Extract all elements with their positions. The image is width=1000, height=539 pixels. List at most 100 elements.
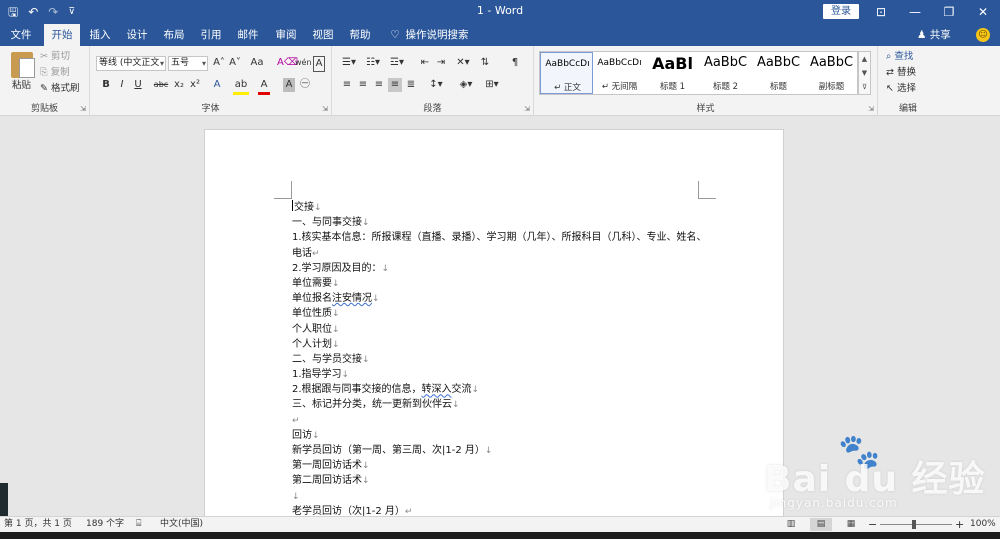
document-line[interactable]: ↵ [292, 413, 712, 428]
align-center-icon[interactable]: ≡ [356, 78, 370, 92]
format-painter-button[interactable]: ✎ 格式刷 [40, 82, 79, 96]
document-line[interactable]: 2.根据跟与同事交接的信息，转深入交流↓ [292, 382, 712, 397]
zoom-level[interactable]: 100% [970, 517, 996, 532]
document-line[interactable]: 1.核实基本信息：所报课程（直播、录播）、学习期（几年）、所报科目（几科）、专业… [292, 230, 712, 245]
style-subtitle[interactable]: AaBbC 副标题 [805, 52, 858, 94]
document-line[interactable]: 单位需要↓ [292, 276, 712, 291]
enclose-characters-icon[interactable]: ㊀ [298, 78, 312, 92]
style-heading-1[interactable]: AaBl 标题 1 [646, 52, 699, 94]
sort-icon[interactable]: ⇅ [478, 56, 492, 70]
font-size-combo[interactable]: 五号 ▾ [168, 56, 208, 71]
tab-file[interactable]: 文件 [6, 24, 36, 46]
document-line[interactable]: 第一周回访话术↓ [292, 458, 712, 473]
tell-me-search[interactable]: 操作说明搜索 [404, 24, 470, 46]
gallery-scroll[interactable]: ▲ ▼ ⊽ [858, 51, 871, 95]
tab-review[interactable]: 审阅 [270, 24, 302, 46]
grammar-flagged-text[interactable]: 注安情况 [332, 293, 372, 304]
tab-references[interactable]: 引用 [195, 24, 227, 46]
tab-help[interactable]: 帮助 [344, 24, 376, 46]
chinese-layout-icon[interactable]: ✕▾ [454, 56, 472, 70]
bullets-icon[interactable]: ☰▾ [340, 56, 358, 70]
align-right-icon[interactable]: ≡ [372, 78, 386, 92]
align-left-icon[interactable]: ≡ [340, 78, 354, 92]
show-marks-icon[interactable]: ¶ [508, 56, 522, 70]
phonetic-guide-icon[interactable]: wén [295, 56, 312, 70]
tab-insert[interactable]: 插入 [84, 24, 116, 46]
restore-icon[interactable]: ❐ [932, 0, 966, 24]
document-line[interactable]: 第二周回访话术↓ [292, 473, 712, 488]
word-count[interactable]: 189 个字 [86, 517, 124, 532]
minimize-icon[interactable]: — [898, 0, 932, 24]
font-color-icon[interactable]: A [258, 78, 270, 95]
copy-button[interactable]: ⎘ 复制 [40, 66, 70, 80]
document-line[interactable]: 2.学习原因及目的：↓ [292, 261, 712, 276]
bold-icon[interactable]: B [100, 78, 112, 92]
tab-design[interactable]: 设计 [120, 24, 154, 46]
proofing-icon[interactable]: ⌸ [136, 517, 141, 532]
borders-icon[interactable]: ⊞▾ [482, 78, 502, 92]
document-line[interactable]: 个人计划↓ [292, 337, 712, 352]
justify-icon[interactable]: ≡ [388, 78, 402, 92]
paste-icon[interactable] [11, 52, 35, 78]
print-layout-icon[interactable]: ▤ [810, 518, 832, 531]
clipboard-launcher-icon[interactable]: ⇲ [80, 105, 86, 113]
document-line[interactable]: 交接↓ [292, 200, 712, 215]
style-normal[interactable]: AaBbCcDı ↵ 正文 [540, 52, 593, 94]
numbering-icon[interactable]: ☷▾ [364, 56, 382, 70]
superscript-icon[interactable]: x² [188, 78, 202, 92]
text-effects-icon[interactable]: A [210, 78, 224, 92]
highlight-icon[interactable]: ab [233, 78, 249, 95]
document-line[interactable]: 二、与学员交接↓ [292, 352, 712, 367]
replace-button[interactable]: ⇄ 替换 [886, 66, 916, 80]
find-button[interactable]: ⌕ 查找 [886, 50, 913, 64]
distributed-icon[interactable]: ≣ [404, 78, 418, 92]
grow-font-icon[interactable]: A˄ [212, 56, 226, 70]
document-line[interactable]: ↓ [292, 489, 712, 504]
cut-button[interactable]: ✂ 剪切 [40, 50, 70, 64]
close-icon[interactable]: ✕ [966, 0, 1000, 24]
line-spacing-icon[interactable]: ↕▾ [426, 78, 446, 92]
strikethrough-icon[interactable]: abc [152, 78, 170, 92]
change-case-icon[interactable]: Aa [247, 56, 267, 70]
subscript-icon[interactable]: x₂ [172, 78, 186, 92]
smiley-icon[interactable]: ☺ [976, 28, 990, 42]
document-line[interactable]: 新学员回访（第一周、第三周、次|1-2 月）↓ [292, 443, 712, 458]
document-line[interactable]: 三、标记并分类，统一更新到伙伴云↓ [292, 397, 712, 412]
document-line[interactable]: 单位报名注安情况↓ [292, 291, 712, 306]
select-button[interactable]: ↖ 选择 [886, 82, 916, 96]
font-launcher-icon[interactable]: ⇲ [322, 105, 328, 113]
document-line[interactable]: 单位性质↓ [292, 306, 712, 321]
tab-mailings[interactable]: 邮件 [232, 24, 264, 46]
font-name-combo[interactable]: 等线 (中文正文 ▾ [96, 56, 166, 71]
increase-indent-icon[interactable]: ⇥ [434, 56, 448, 70]
style-title[interactable]: AaBbC 标题 [752, 52, 805, 94]
zoom-in-button[interactable]: + [955, 517, 964, 532]
tab-view[interactable]: 视图 [307, 24, 339, 46]
ribbon-display-icon[interactable]: ⊡ [864, 0, 898, 24]
zoom-slider-thumb[interactable] [912, 520, 916, 529]
login-button[interactable]: 登录 [823, 4, 859, 19]
page-count[interactable]: 第 1 页，共 1 页 [4, 517, 72, 532]
shrink-font-icon[interactable]: A˅ [228, 56, 242, 70]
multilevel-list-icon[interactable]: ☲▾ [388, 56, 406, 70]
web-layout-icon[interactable]: ▦ [840, 518, 862, 531]
document-line[interactable]: 电话↵ [292, 246, 712, 261]
zoom-slider-track[interactable] [880, 524, 952, 525]
document-page[interactable]: 交接↓ 一、与同事交接↓ 1.核实基本信息：所报课程（直播、录播）、学习期（几年）、… [204, 129, 784, 516]
style-no-spacing[interactable]: AaBbCcDı ↵ 无间隔 [593, 52, 646, 94]
zoom-out-button[interactable]: − [868, 517, 877, 532]
read-mode-icon[interactable]: ▥ [780, 518, 802, 531]
document-body[interactable]: 交接↓ 一、与同事交接↓ 1.核实基本信息：所报课程（直播、录播）、学习期（几年）、… [292, 200, 712, 516]
document-line[interactable]: 一、与同事交接↓ [292, 215, 712, 230]
character-shading-icon[interactable]: A [283, 78, 295, 92]
underline-icon[interactable]: U [132, 78, 144, 92]
share-button[interactable]: ♟ 共享 [917, 24, 951, 46]
language[interactable]: 中文(中国) [160, 517, 203, 532]
document-line[interactable]: 回访↓ [292, 428, 712, 443]
shading-icon[interactable]: ◈▾ [456, 78, 476, 92]
paragraph-launcher-icon[interactable]: ⇲ [524, 105, 530, 113]
paste-button[interactable]: 粘贴 [12, 79, 31, 93]
tab-layout[interactable]: 布局 [158, 24, 190, 46]
document-line[interactable]: 老学员回访（次|1-2 月）↵ [292, 504, 712, 516]
document-line[interactable]: 1.指导学习↓ [292, 367, 712, 382]
